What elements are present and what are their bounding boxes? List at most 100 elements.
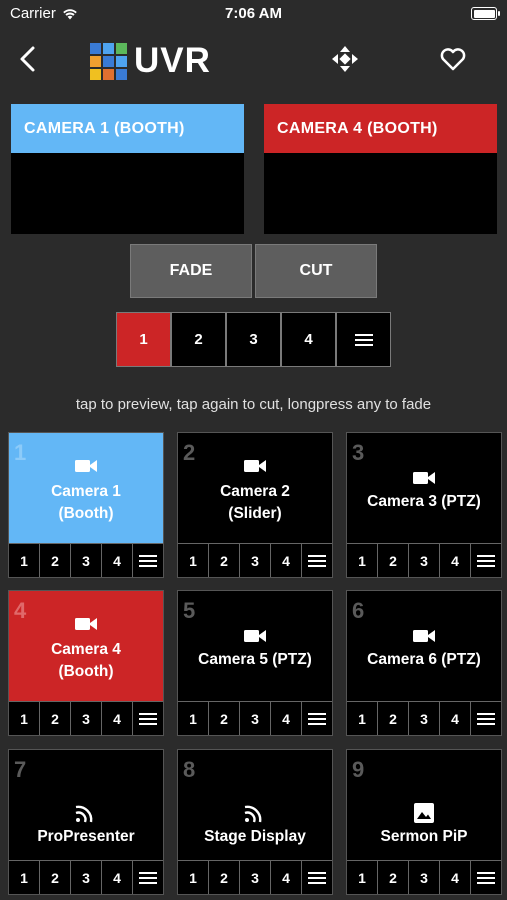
tile-key-3[interactable]: 3 [71,860,102,894]
cut-button[interactable]: CUT [255,244,377,298]
tile-key-1[interactable]: 1 [9,543,40,577]
tile-key-3[interactable]: 3 [71,701,102,735]
tile-menu-button[interactable] [133,860,163,894]
tile-key-4[interactable]: 4 [102,543,133,577]
battery-icon [471,7,500,20]
tile-key-1[interactable]: 1 [178,860,209,894]
program-label: CAMERA 4 (BOOTH) [264,104,497,153]
tile-key-4[interactable]: 4 [271,543,302,577]
tile-key-4[interactable]: 4 [102,701,133,735]
back-chevron-icon[interactable] [14,44,44,74]
signal-icon [9,802,163,823]
main-key-1[interactable]: 1 [116,312,171,367]
tile-key-4[interactable]: 4 [440,543,471,577]
tile-key-4[interactable]: 4 [271,860,302,894]
tile-key-4[interactable]: 4 [440,701,471,735]
tile-key-4[interactable]: 4 [102,860,133,894]
tile-menu-button[interactable] [471,543,501,577]
source-tile-1[interactable]: 1 Camera 1 (Booth) 1 2 3 4 [8,432,164,578]
source-number: 9 [352,757,365,782]
main-key-4[interactable]: 4 [281,312,336,367]
tile-key-4[interactable]: 4 [271,701,302,735]
tile-key-3[interactable]: 3 [409,860,440,894]
menu-icon [139,552,157,570]
videocam-icon [347,469,501,487]
tile-menu-button[interactable] [471,860,501,894]
source-tile-face[interactable]: 8 Stage Display [178,750,332,860]
tile-menu-button[interactable] [302,701,332,735]
tile-menu-button[interactable] [471,701,501,735]
source-label: Camera 2 (Slider) [220,483,290,522]
menu-icon [477,710,495,728]
menu-icon [308,552,326,570]
tile-key-2[interactable]: 2 [378,543,409,577]
tile-menu-button[interactable] [133,543,163,577]
tile-key-1[interactable]: 1 [347,860,378,894]
source-label: Camera 4 (Booth) [51,641,121,680]
tile-key-1[interactable]: 1 [9,860,40,894]
tile-menu-button[interactable] [302,543,332,577]
source-tile-4[interactable]: 4 Camera 4 (Booth) 1 2 3 4 [8,590,164,736]
heart-icon[interactable] [438,44,468,74]
source-tile-face[interactable]: 7 ProPresenter [9,750,163,860]
source-tile-face[interactable]: 4 Camera 4 (Booth) [9,591,163,701]
source-label: Camera 6 (PTZ) [367,651,481,668]
source-number: 5 [183,598,196,623]
tile-key-1[interactable]: 1 [347,701,378,735]
tile-key-2[interactable]: 2 [40,701,71,735]
tile-menu-button[interactable] [302,860,332,894]
move-arrows-icon[interactable] [330,44,360,74]
source-tile-face[interactable]: 3 Camera 3 (PTZ) [347,433,501,543]
signal-icon [178,802,332,823]
source-tile-face[interactable]: 9 Sermon PiP [347,750,501,860]
tile-key-1[interactable]: 1 [178,701,209,735]
tile-key-2[interactable]: 2 [378,860,409,894]
tile-key-row: 1234 [178,543,332,577]
source-tile-2[interactable]: 2 Camera 2 (Slider) 1 2 3 4 [177,432,333,578]
menu-icon [308,869,326,887]
menu-icon [139,869,157,887]
tile-key-3[interactable]: 3 [71,543,102,577]
program-monitor: CAMERA 4 (BOOTH) [264,104,497,234]
tile-key-1[interactable]: 1 [178,543,209,577]
source-tile-6[interactable]: 6 Camera 6 (PTZ) 1 2 3 4 [346,590,502,736]
source-tile-face[interactable]: 5 Camera 5 (PTZ) [178,591,332,701]
tile-key-2[interactable]: 2 [209,860,240,894]
tile-key-3[interactable]: 3 [240,860,271,894]
menu-icon [139,710,157,728]
source-tile-face[interactable]: 2 Camera 2 (Slider) [178,433,332,543]
tile-key-row: 1234 [178,701,332,735]
tile-key-2[interactable]: 2 [209,543,240,577]
tile-key-2[interactable]: 2 [378,701,409,735]
tile-key-row: 1234 [9,860,163,894]
fade-button[interactable]: FADE [130,244,252,298]
main-menu-button[interactable] [336,312,391,367]
source-tile-7[interactable]: 7 ProPresenter 1 2 3 4 [8,749,164,895]
menu-icon [477,869,495,887]
tile-key-4[interactable]: 4 [440,860,471,894]
tile-key-3[interactable]: 3 [240,701,271,735]
main-key-2[interactable]: 2 [171,312,226,367]
tile-key-3[interactable]: 3 [409,543,440,577]
tile-key-3[interactable]: 3 [240,543,271,577]
source-tile-3[interactable]: 3 Camera 3 (PTZ) 1 2 3 4 [346,432,502,578]
source-tile-face[interactable]: 1 Camera 1 (Booth) [9,433,163,543]
preview-label: CAMERA 1 (BOOTH) [11,104,244,153]
videocam-icon [178,627,332,645]
tile-key-row: 1234 [347,701,501,735]
tile-menu-button[interactable] [133,701,163,735]
tile-key-2[interactable]: 2 [209,701,240,735]
preview-monitor: CAMERA 1 (BOOTH) [11,104,244,234]
tile-key-1[interactable]: 1 [347,543,378,577]
main-key-3[interactable]: 3 [226,312,281,367]
source-tile-9[interactable]: 9 Sermon PiP 1 2 3 4 [346,749,502,895]
tile-key-2[interactable]: 2 [40,860,71,894]
tile-key-row: 1234 [178,860,332,894]
tile-key-1[interactable]: 1 [9,701,40,735]
tile-key-row: 1234 [347,860,501,894]
source-tile-5[interactable]: 5 Camera 5 (PTZ) 1 2 3 4 [177,590,333,736]
source-tile-face[interactable]: 6 Camera 6 (PTZ) [347,591,501,701]
source-tile-8[interactable]: 8 Stage Display 1 2 3 4 [177,749,333,895]
tile-key-2[interactable]: 2 [40,543,71,577]
tile-key-3[interactable]: 3 [409,701,440,735]
